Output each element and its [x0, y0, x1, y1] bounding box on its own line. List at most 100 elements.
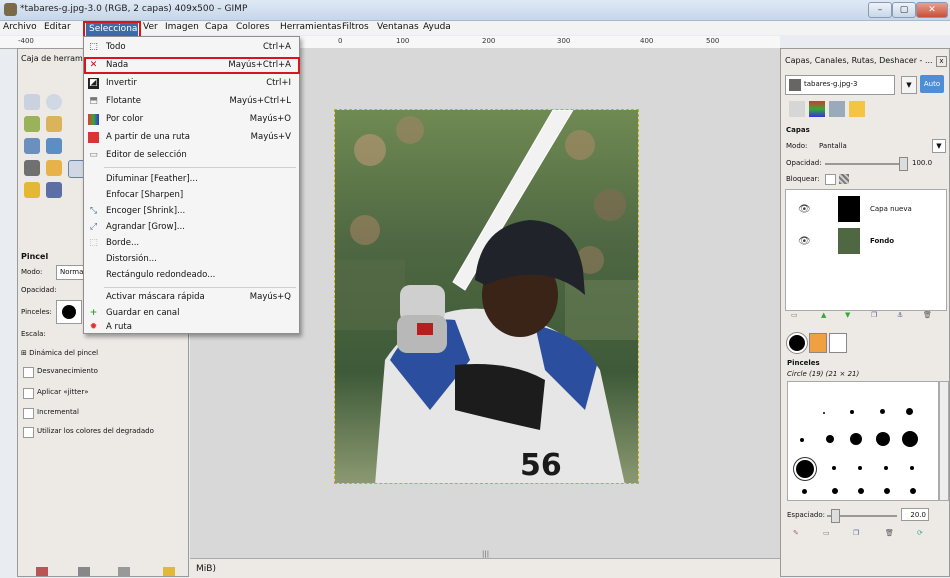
- heal-tool-icon[interactable]: [24, 182, 40, 198]
- image-selector-dropdown[interactable]: tabares-g.jpg-3: [785, 75, 895, 95]
- ellipse-select-tool-icon[interactable]: [46, 94, 62, 110]
- dock-close-icon[interactable]: x: [936, 56, 947, 67]
- menu-filtros[interactable]: Filtros: [342, 22, 369, 32]
- tab-brushes-icon[interactable]: [787, 333, 807, 353]
- raise-layer-icon[interactable]: ▲: [821, 311, 826, 319]
- visibility-eye-icon[interactable]: 👁: [798, 204, 811, 215]
- gradient-colors-checkbox[interactable]: [23, 427, 34, 438]
- menu-item-agrandar[interactable]: ⤢ Agrandar [Grow]...: [84, 219, 299, 236]
- menu-item-todo[interactable]: ⬚ Todo Ctrl+A: [84, 39, 299, 56]
- restore-options-icon[interactable]: [78, 567, 90, 576]
- delete-options-icon[interactable]: [118, 567, 130, 576]
- align-tool-icon[interactable]: [46, 138, 62, 154]
- menu-item-encoger[interactable]: ⤡ Encoger [Shrink]...: [84, 203, 299, 220]
- incremental-checkbox[interactable]: [23, 408, 34, 419]
- menu-item-a-partir-de-ruta[interactable]: A partir de una ruta Mayús+V: [84, 129, 299, 146]
- new-layer-icon[interactable]: ▭: [791, 311, 798, 319]
- image-selector-arrow-icon[interactable]: ▼: [901, 76, 917, 94]
- menu-item-por-color[interactable]: Por color Mayús+O: [84, 111, 299, 128]
- image-selector-label: tabares-g.jpg-3: [804, 80, 858, 88]
- reset-options-icon[interactable]: [163, 567, 175, 576]
- auto-button[interactable]: Auto: [920, 75, 944, 93]
- refresh-brushes-icon[interactable]: ⟳: [917, 529, 923, 537]
- menu-item-enfocar[interactable]: Enfocar [Sharpen]: [84, 187, 299, 204]
- window-title-bar: *tabares-g.jpg-3.0 (RGB, 2 capas) 409x50…: [0, 0, 950, 21]
- menu-editar[interactable]: Editar: [44, 22, 71, 32]
- menu-item-distorsion[interactable]: Distorsión...: [84, 251, 299, 268]
- save-options-icon[interactable]: [36, 567, 48, 576]
- menu-herramientas[interactable]: Herramientas: [280, 22, 341, 32]
- menu-item-a-ruta[interactable]: ✹ A ruta: [84, 319, 299, 336]
- ruler-tick: -400: [18, 37, 34, 45]
- layer-row[interactable]: 👁 Fondo: [786, 226, 944, 258]
- brush-grid-scrollbar[interactable]: [939, 381, 949, 501]
- lock-checkbox[interactable]: [825, 174, 836, 185]
- menu-ayuda[interactable]: Ayuda: [423, 22, 451, 32]
- move-tool-icon[interactable]: [24, 138, 40, 154]
- layer-opacity-handle[interactable]: [899, 157, 908, 171]
- visibility-eye-icon[interactable]: 👁: [798, 236, 811, 247]
- menu-item-editor-seleccion[interactable]: ▭ Editor de selección: [84, 147, 299, 164]
- edit-brush-icon[interactable]: ✎: [793, 529, 799, 537]
- status-text: MiB): [196, 564, 216, 574]
- duplicate-layer-icon[interactable]: ❐: [871, 311, 877, 319]
- brush-grid[interactable]: [787, 381, 939, 501]
- layer-opacity-value[interactable]: 100.0: [912, 159, 932, 167]
- jitter-checkbox[interactable]: [23, 388, 34, 399]
- layer-mode-value[interactable]: Pantalla: [819, 142, 847, 150]
- brush-preview-button[interactable]: [56, 300, 82, 324]
- lower-layer-icon[interactable]: ▼: [845, 311, 850, 319]
- tab-channels-icon[interactable]: [809, 101, 825, 117]
- layer-mode-arrow-icon[interactable]: ▼: [932, 139, 946, 153]
- rect-select-tool-icon[interactable]: [24, 94, 40, 110]
- menu-colores[interactable]: Colores: [236, 22, 270, 32]
- color-picker-tool-icon[interactable]: [46, 116, 62, 132]
- menu-archivo[interactable]: Archivo: [3, 22, 37, 32]
- anchor-layer-icon[interactable]: ⚓: [897, 311, 903, 319]
- close-button[interactable]: ✕: [916, 2, 948, 18]
- layer-name[interactable]: Capa nueva: [870, 205, 912, 213]
- menu-ventanas[interactable]: Ventanas: [377, 22, 419, 32]
- invert-icon: ◩: [88, 78, 99, 89]
- menu-item-flotante[interactable]: ⬒ Flotante Mayús+Ctrl+L: [84, 93, 299, 110]
- menu-item-mascara-rapida[interactable]: Activar máscara rápida Mayús+Q: [84, 289, 299, 306]
- layer-name[interactable]: Fondo: [870, 237, 894, 245]
- menu-imagen[interactable]: Imagen: [165, 22, 199, 32]
- jitter-label: Aplicar «jitter»: [37, 388, 89, 396]
- minimize-button[interactable]: –: [868, 2, 892, 18]
- layer-thumbnail: [838, 196, 860, 222]
- delete-brush-icon[interactable]: 🗑: [885, 529, 894, 537]
- annotation-highlight-nada: [84, 57, 300, 74]
- maximize-button[interactable]: ▢: [892, 2, 916, 18]
- spacing-handle[interactable]: [831, 509, 840, 523]
- layer-row[interactable]: 👁 Capa nueva: [786, 194, 944, 226]
- new-brush-icon[interactable]: ▭: [823, 529, 830, 537]
- menu-capa[interactable]: Capa: [205, 22, 228, 32]
- lock-alpha-icon[interactable]: [839, 174, 849, 184]
- menu-item-rectangulo-redondeado[interactable]: Rectángulo redondeado...: [84, 267, 299, 284]
- brush-dynamics-expander[interactable]: ⊞ Dinámica del pincel: [21, 349, 98, 357]
- blend-tool-icon[interactable]: [24, 160, 40, 176]
- pencil-tool-icon[interactable]: [46, 160, 62, 176]
- tab-gradients-icon[interactable]: [829, 333, 847, 353]
- clone-tool-icon[interactable]: [46, 182, 62, 198]
- tab-paths-icon[interactable]: [829, 101, 845, 117]
- menu-ver[interactable]: Ver: [143, 22, 158, 32]
- menu-item-difuminar[interactable]: Difuminar [Feather]...: [84, 171, 299, 188]
- menu-item-invertir[interactable]: ◩ Invertir Ctrl+I: [84, 75, 299, 92]
- layer-opacity-slider[interactable]: [825, 163, 903, 165]
- fade-checkbox[interactable]: [23, 367, 34, 378]
- duplicate-brush-icon[interactable]: ❐: [853, 529, 859, 537]
- fuzzy-select-tool-icon[interactable]: [24, 116, 40, 132]
- tab-undo-icon[interactable]: [849, 101, 865, 117]
- svg-text:56: 56: [520, 448, 562, 483]
- spacing-input[interactable]: 20.0: [901, 508, 929, 521]
- menu-item-borde[interactable]: ⬚ Borde...: [84, 235, 299, 252]
- h-scrollbar-grip-icon[interactable]: |||: [482, 550, 489, 558]
- tab-layers-icon[interactable]: [789, 101, 805, 117]
- ruler-tick: 400: [640, 37, 654, 45]
- image-thumb-icon: [789, 79, 801, 91]
- tab-patterns-icon[interactable]: [809, 333, 827, 353]
- baseball-player-image[interactable]: 56: [334, 109, 639, 484]
- delete-layer-icon[interactable]: 🗑: [923, 311, 932, 319]
